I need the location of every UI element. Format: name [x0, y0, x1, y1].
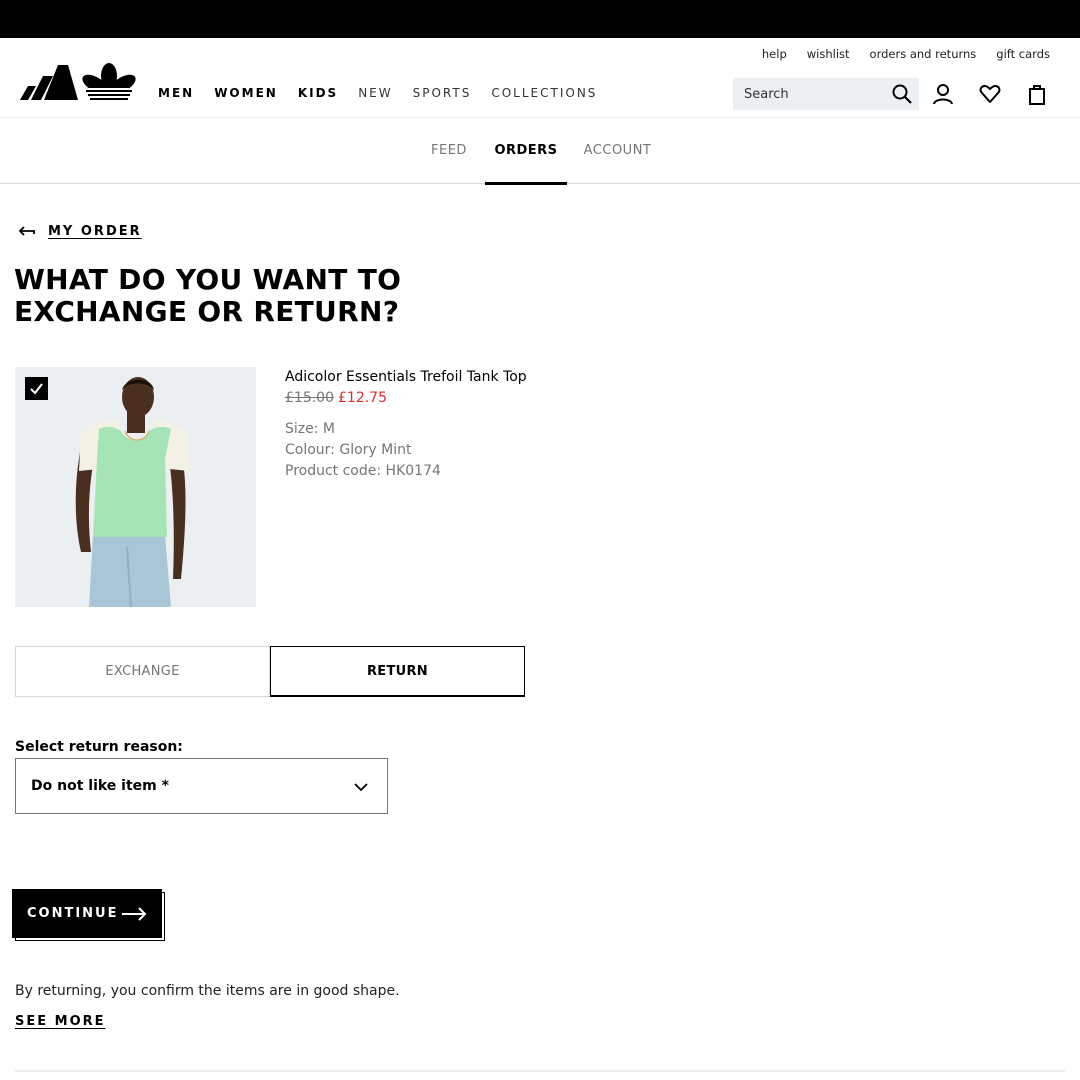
top-black-bar: [0, 0, 1080, 38]
back-to-my-order-link[interactable]: MY ORDER: [18, 224, 142, 239]
size-value: M: [322, 421, 336, 437]
arrow-right-icon: [122, 907, 147, 921]
nav-men[interactable]: MEN: [158, 86, 194, 100]
return-reason-label: Select return reason:: [15, 739, 183, 755]
tab-feed[interactable]: FEED: [421, 118, 477, 184]
nav-women[interactable]: WOMEN: [214, 86, 278, 100]
tab-account[interactable]: ACCOUNT: [580, 118, 655, 184]
wishlist-heart-icon[interactable]: [977, 81, 1003, 107]
utility-links: help wishlist orders and returns gift ca…: [762, 47, 1050, 61]
product-code: Product code: HK0174: [285, 461, 545, 482]
orders-and-returns-link[interactable]: orders and returns: [870, 47, 977, 61]
chevron-down-icon: [354, 783, 368, 792]
nav-collections[interactable]: COLLECTIONS: [491, 86, 597, 100]
wishlist-link[interactable]: wishlist: [807, 47, 850, 61]
sale-price: £12.75: [338, 390, 387, 406]
nav-sports[interactable]: SPORTS: [413, 86, 472, 100]
return-reason-select[interactable]: Do not like item *: [15, 758, 388, 814]
main-nav: MEN WOMEN KIDS NEW SPORTS COLLECTIONS: [158, 86, 617, 100]
continue-button[interactable]: CONTINUE: [12, 889, 162, 938]
search-icon[interactable]: [891, 83, 913, 105]
product-model-illustration: [15, 367, 256, 607]
product-price: £15.00 £12.75: [285, 388, 545, 409]
item-select-checkbox[interactable]: [25, 377, 48, 400]
code-label: Product code:: [285, 463, 382, 479]
exchange-option-button[interactable]: EXCHANGE: [15, 646, 270, 697]
search-box: [733, 78, 919, 110]
nav-new[interactable]: NEW: [358, 86, 392, 100]
see-more-link[interactable]: SEE MORE: [15, 1014, 106, 1029]
back-arrow-icon: [18, 225, 35, 236]
return-reason-value: Do not like item *: [31, 778, 169, 794]
nav-kids[interactable]: KIDS: [298, 86, 338, 100]
bottom-divider: [15, 1070, 1065, 1072]
continue-label: CONTINUE: [27, 906, 119, 921]
account-tabs: FEED ORDERS ACCOUNT: [0, 118, 1080, 185]
code-value: HK0174: [385, 463, 441, 479]
product-info: Adicolor Essentials Trefoil Tank Top £15…: [285, 367, 545, 482]
shopping-bag-icon[interactable]: [1024, 81, 1050, 107]
back-link-label: MY ORDER: [48, 224, 142, 239]
colour-label: Colour:: [285, 442, 335, 458]
page-title: WHAT DO YOU WANT TO EXCHANGE OR RETURN?: [14, 263, 402, 328]
product-attributes: Size: M Colour: Glory Mint Product code:…: [285, 419, 545, 482]
original-price: £15.00: [285, 390, 334, 406]
continue-button-wrap: CONTINUE: [12, 889, 165, 941]
search-input[interactable]: [744, 86, 884, 102]
checkmark-icon: [30, 383, 43, 395]
colour-value: Glory Mint: [339, 442, 412, 458]
product-image[interactable]: [15, 367, 256, 607]
account-icon[interactable]: [930, 81, 956, 107]
return-condition-note: By returning, you confirm the items are …: [15, 983, 400, 999]
help-link[interactable]: help: [762, 47, 787, 61]
size-label: Size:: [285, 421, 319, 437]
tab-orders[interactable]: ORDERS: [485, 118, 567, 185]
gift-cards-link[interactable]: gift cards: [996, 47, 1050, 61]
adidas-logo[interactable]: [20, 62, 136, 102]
return-option-button[interactable]: RETURN: [270, 646, 525, 697]
product-name: Adicolor Essentials Trefoil Tank Top: [285, 369, 527, 385]
product-colour: Colour: Glory Mint: [285, 440, 545, 461]
product-size: Size: M: [285, 419, 545, 440]
